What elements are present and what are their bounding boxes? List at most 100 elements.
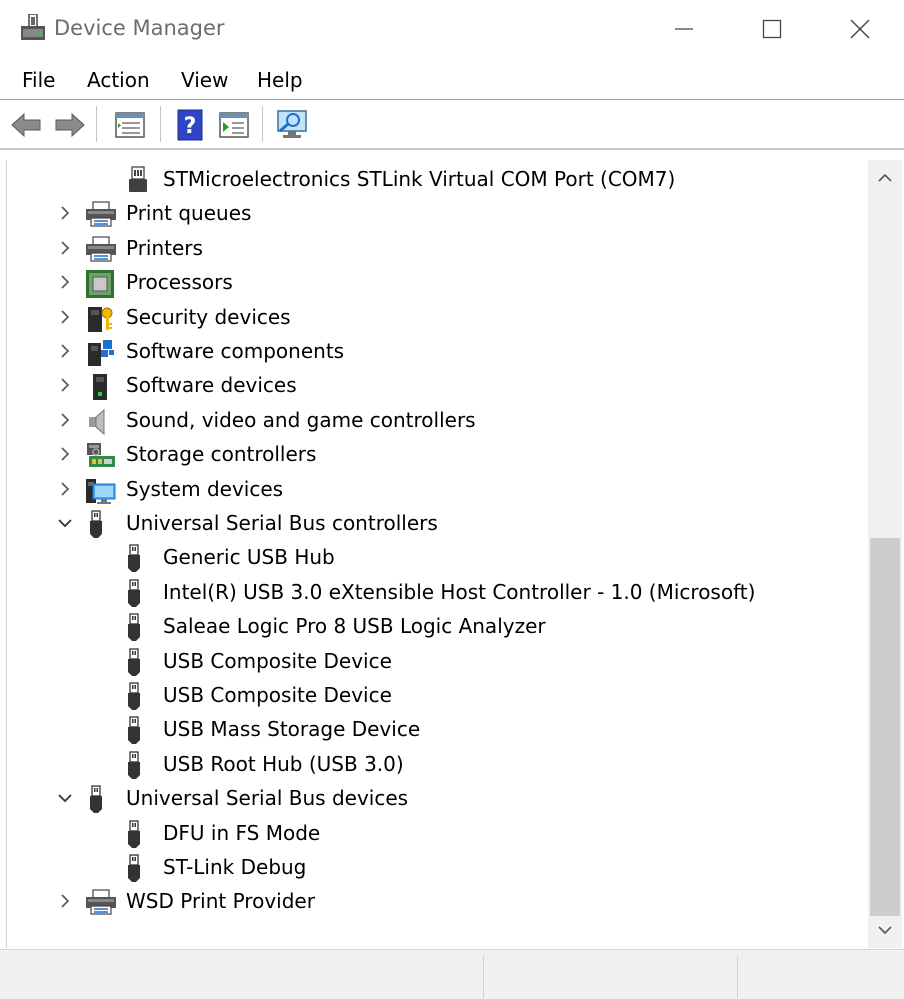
expand-chevron-icon[interactable] [56,445,74,463]
expand-chevron-icon[interactable] [56,342,74,360]
category-row[interactable]: System devices [7,472,867,506]
software-component-icon [85,338,115,366]
menu-bar: File Action View Help [0,58,904,100]
device-manager-icon [20,13,46,42]
close-button[interactable] [816,0,904,58]
tree-item-label: Intel(R) USB 3.0 eXtensible Host Control… [163,579,756,604]
device-row[interactable]: Saleae Logic Pro 8 USB Logic Analyzer [7,609,867,643]
category-row[interactable]: WSD Print Provider [7,884,867,918]
device-row[interactable]: STMicroelectronics STLink Virtual COM Po… [7,162,867,196]
category-row[interactable]: Print queues [7,196,867,230]
scroll-down-button[interactable] [868,912,902,948]
title-bar: Device Manager [0,0,904,58]
tree-item-label: Sound, video and game controllers [126,407,476,432]
category-row[interactable]: Universal Serial Bus devices [7,781,867,815]
usb-icon [85,510,115,538]
svg-text:?: ? [184,114,197,139]
category-row[interactable]: Processors [7,265,867,299]
properties-button[interactable] [112,108,148,142]
help-icon: ? [177,109,203,141]
usb-icon [123,613,153,642]
tree-item-label: Generic USB Hub [163,545,335,570]
update-driver-icon [219,112,249,138]
chevron-down-icon [878,926,892,935]
status-pane-divider [483,956,484,998]
menu-view[interactable]: View [181,68,228,92]
tree-item-label: Universal Serial Bus controllers [126,511,438,535]
scroll-thumb[interactable] [870,538,900,916]
help-button[interactable]: ? [172,108,208,142]
tree-item-label: WSD Print Provider [126,889,315,914]
menu-file[interactable]: File [22,68,55,92]
menu-help[interactable]: Help [257,68,303,92]
device-row[interactable]: USB Composite Device [7,678,867,712]
device-row[interactable]: USB Mass Storage Device [7,712,867,746]
category-row[interactable]: Security devices [7,300,867,334]
usb-icon [123,751,153,779]
security-device-icon [85,304,115,332]
usb-icon [123,716,153,745]
tree-item-label: STMicroelectronics STLink Virtual COM Po… [163,167,676,191]
category-row[interactable]: Software components [7,334,867,368]
usb-icon [123,682,153,710]
device-row[interactable]: ST-Link Debug [7,850,867,884]
expand-chevron-icon[interactable] [56,273,74,291]
tree-item-label: Saleae Logic Pro 8 USB Logic Analyzer [163,614,546,639]
category-row[interactable]: Sound, video and game controllers [7,403,867,437]
status-bar [0,949,904,999]
expand-chevron-icon[interactable] [56,480,74,498]
device-row[interactable]: USB Composite Device [7,644,867,678]
forward-icon [55,112,85,138]
vertical-scrollbar[interactable] [868,160,902,948]
tree-item-label: ST-Link Debug [163,855,307,879]
window-title: Device Manager [54,16,225,40]
category-row[interactable]: Software devices [7,368,867,402]
tree-item-label: Software devices [126,373,297,398]
properties-icon [115,112,145,138]
menu-action[interactable]: Action [87,68,150,92]
usb-icon [123,819,153,848]
scan-hardware-icon [277,110,307,138]
printer-icon [85,200,116,228]
maximize-button[interactable] [728,0,816,58]
toolbar-separator [160,106,161,142]
category-row[interactable]: Universal Serial Bus controllers [7,506,867,540]
expand-chevron-icon[interactable] [56,204,74,222]
device-row[interactable]: Generic USB Hub [7,540,867,574]
tree-item-label: System devices [126,476,284,501]
tree-item-label: Software components [126,339,345,363]
tree-item-label: Processors [126,270,233,295]
tree-item-label: Storage controllers [126,442,317,467]
minimize-icon [675,28,693,30]
collapse-chevron-icon[interactable] [56,514,74,532]
device-row[interactable]: Intel(R) USB 3.0 eXtensible Host Control… [7,575,867,609]
expand-chevron-icon[interactable] [56,411,74,429]
update-driver-button[interactable] [216,108,252,142]
printer-icon [85,888,116,916]
close-icon [850,19,870,39]
speaker-icon [85,407,115,435]
chevron-up-icon [878,173,892,182]
scroll-up-button[interactable] [868,160,902,196]
expand-chevron-icon[interactable] [56,239,74,257]
forward-button[interactable] [52,108,88,142]
status-pane-divider [737,956,738,998]
back-icon [11,112,41,138]
device-row[interactable]: USB Root Hub (USB 3.0) [7,747,867,781]
processor-icon [85,269,115,299]
scan-hardware-button[interactable] [274,108,310,142]
expand-chevron-icon[interactable] [56,308,74,326]
tree-item-label: Universal Serial Bus devices [126,786,409,811]
toolbar-separator [96,106,97,142]
collapse-chevron-icon[interactable] [56,789,74,807]
category-row[interactable]: Printers [7,231,867,265]
device-row[interactable]: DFU in FS Mode [7,816,867,850]
tree-item-label: Print queues [126,201,252,226]
minimize-button[interactable] [640,0,728,58]
printer-icon [85,235,116,263]
expand-chevron-icon[interactable] [56,376,74,394]
category-row[interactable]: Storage controllers [7,437,867,471]
tree-item-label: DFU in FS Mode [163,820,321,845]
expand-chevron-icon[interactable] [56,892,74,910]
back-button[interactable] [8,108,44,142]
